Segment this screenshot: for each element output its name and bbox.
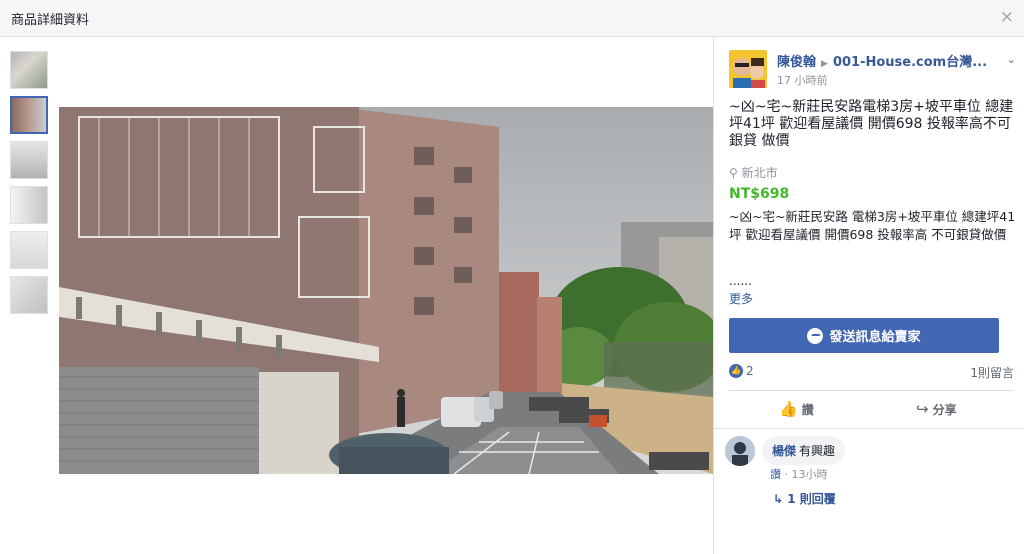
thumbnail-2[interactable] <box>10 96 48 134</box>
thumbnail-3[interactable] <box>10 141 48 179</box>
comment-meta: 讚 · 13小時 <box>770 466 828 482</box>
seller-line: 陳俊翰 ▶ 001-House.com台灣... <box>777 51 987 70</box>
description-ellipsis: ...... <box>729 274 752 288</box>
seller-avatar[interactable] <box>729 50 767 88</box>
reply-arrow-icon: ↳ <box>773 492 784 506</box>
listing-price: NT$698 <box>729 186 790 202</box>
thumbnail-strip <box>10 51 48 321</box>
share-icon: ↪ <box>916 400 929 418</box>
post-time[interactable]: 17 小時前 <box>777 72 828 88</box>
share-button-label: 分享 <box>932 402 957 417</box>
view-replies-link[interactable]: ↳ 1 則回覆 <box>773 490 836 507</box>
comment-like-link[interactable]: 讚 <box>770 468 781 481</box>
meta-separator: · <box>781 468 792 481</box>
like-button-label: 讚 <box>801 402 814 417</box>
thumbnail-1[interactable] <box>10 51 48 89</box>
location-line: ⚲ 新北市 <box>729 164 778 181</box>
message-seller-label: 發送訊息給賣家 <box>829 330 921 345</box>
divider <box>714 428 1024 429</box>
commenter-avatar[interactable] <box>725 436 755 466</box>
modal-title: 商品詳細資料 <box>11 13 90 28</box>
location-text: 新北市 <box>741 166 778 180</box>
action-bar: 👍 讚 ↪ 分享 <box>729 397 1014 421</box>
main-photo[interactable] <box>59 107 713 474</box>
thumbs-up-icon: 👍 <box>779 400 798 418</box>
modal-header: 商品詳細資料 × <box>0 0 1024 37</box>
thumbnail-5[interactable] <box>10 231 48 269</box>
see-more-link[interactable]: 更多 <box>729 290 753 307</box>
seller-name[interactable]: 陳俊翰 <box>777 55 816 70</box>
chevron-down-icon[interactable]: ⌄ <box>1007 53 1016 66</box>
replies-count: 1 則回覆 <box>787 492 836 506</box>
thumbnail-4[interactable] <box>10 186 48 224</box>
listing-description: ~凶~宅~新莊民安路 電梯3房+坡平車位 總建坪41坪 歡迎看屋議價 開價698… <box>729 209 1016 242</box>
close-icon[interactable]: × <box>1000 8 1014 26</box>
street-scene-image <box>59 107 713 474</box>
group-name-link[interactable]: 001-House.com台灣... <box>833 55 987 70</box>
location-pin-icon: ⚲ <box>729 166 738 180</box>
divider <box>729 390 1014 391</box>
commenter-name[interactable]: 楊傑 <box>772 444 796 458</box>
like-count[interactable]: 2 <box>746 364 754 378</box>
comment-count-link[interactable]: 1則留言 <box>970 364 1014 381</box>
comment-time[interactable]: 13小時 <box>792 468 828 481</box>
engagement-stats: 👍 2 1則留言 <box>729 363 1014 381</box>
listing-title: ~凶~宅~新莊民安路電梯3房+坡平車位 總建坪41坪 歡迎看屋議價 開價698 … <box>729 99 1014 149</box>
arrow-right-icon: ▶ <box>821 59 828 69</box>
listing-details-panel: 陳俊翰 ▶ 001-House.com台灣... 17 小時前 ⌄ ~凶~宅~新莊民… <box>714 37 1024 554</box>
like-reaction-icon[interactable]: 👍 <box>729 363 743 378</box>
thumbnail-6[interactable] <box>10 276 48 314</box>
share-button[interactable]: ↪ 分享 <box>916 400 957 418</box>
like-button[interactable]: 👍 讚 <box>779 400 814 418</box>
message-seller-button[interactable]: 發送訊息給賣家 <box>729 318 999 353</box>
messenger-icon <box>807 327 824 344</box>
comment-text: 有興趣 <box>799 444 836 458</box>
comment-bubble: 楊傑 有興趣 <box>762 436 846 465</box>
